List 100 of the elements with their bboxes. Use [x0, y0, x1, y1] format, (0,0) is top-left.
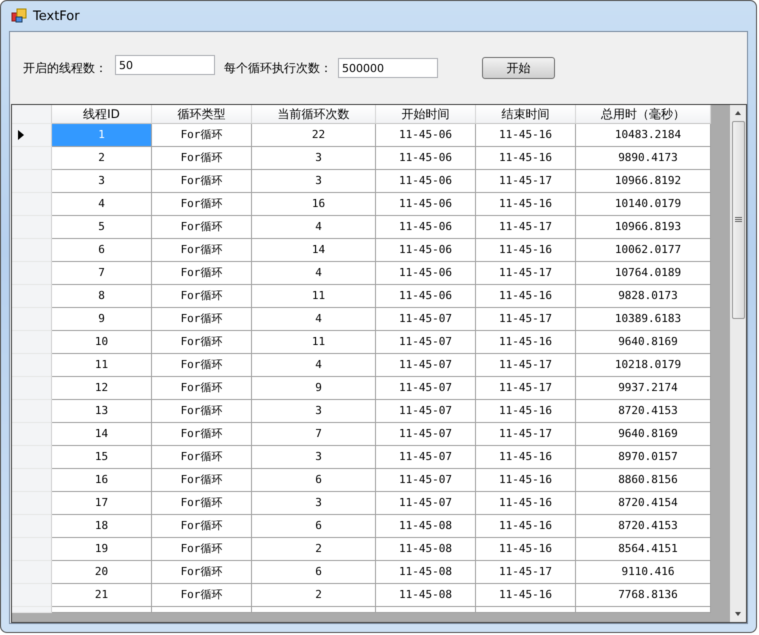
corner-header — [12, 105, 52, 124]
table-cell: 14 — [252, 239, 376, 262]
column-header[interactable]: 线程ID — [52, 105, 152, 124]
table-cell: 11-45-17 — [476, 561, 576, 584]
start-button[interactable]: 开始 — [482, 57, 555, 79]
table-cell: 11-45-16 — [476, 515, 576, 538]
table-cell: 2 — [52, 147, 152, 170]
thread-count-field[interactable]: 50 — [115, 55, 215, 75]
table-cell: 10140.0179 — [576, 193, 711, 216]
thread-count-label: 开启的线程数： — [23, 60, 107, 76]
table-cell: 11-45-16 — [476, 193, 576, 216]
table-cell: 11-45-17 — [476, 170, 576, 193]
table-cell: 18 — [52, 515, 152, 538]
table-cell: 1 — [52, 124, 152, 147]
table-cell: 11-45-17 — [476, 216, 576, 239]
table-cell: 9 — [252, 377, 376, 400]
table-cell: 22 — [252, 124, 376, 147]
table-cell: 4 — [52, 193, 152, 216]
table-cell: For循环 — [152, 262, 252, 285]
table-cell: 4 — [252, 354, 376, 377]
table-cell: 4 — [252, 216, 376, 239]
table-cell: 8 — [52, 285, 152, 308]
table-cell: 3 — [252, 492, 376, 515]
table-cell: 11-45-16 — [476, 538, 576, 561]
table-cell: For循环 — [152, 584, 252, 607]
table-cell: For循环 — [152, 216, 252, 239]
table-cell: 3 — [252, 170, 376, 193]
table-cell: 10389.6183 — [576, 308, 711, 331]
table-cell: 9828.0173 — [576, 285, 711, 308]
table-cell: For循环 — [152, 124, 252, 147]
table-cell: For循环 — [152, 423, 252, 446]
table-cell: 9640.8169 — [576, 331, 711, 354]
row-header[interactable] — [12, 124, 52, 147]
table-cell: 11-45-07 — [376, 423, 476, 446]
table-cell: 9110.416 — [576, 561, 711, 584]
column-header[interactable]: 当前循环次数 — [252, 105, 376, 124]
table-cell: 11-45-17 — [476, 262, 576, 285]
table-cell: 11 — [52, 354, 152, 377]
column-header[interactable]: 总用时（毫秒） — [576, 105, 711, 124]
table-cell: 4 — [252, 262, 376, 285]
column-header[interactable]: 循环类型 — [152, 105, 252, 124]
table-cell: 10483.2184 — [576, 124, 711, 147]
table-cell: For循环 — [152, 354, 252, 377]
table-cell: 11 — [252, 285, 376, 308]
table-cell: 11-45-17 — [476, 308, 576, 331]
loop-count-field[interactable]: 500000 — [338, 58, 438, 78]
table-cell: 11-45-17 — [476, 423, 576, 446]
window-title: TextFor — [33, 8, 80, 24]
table-cell: 9 — [52, 308, 152, 331]
table-cell: 11-45-07 — [376, 377, 476, 400]
table-cell: 11-45-07 — [376, 354, 476, 377]
table-cell: 11-45-16 — [476, 469, 576, 492]
table-cell: For循环 — [152, 285, 252, 308]
table-cell: 8720.4154 — [576, 492, 711, 515]
scroll-thumb[interactable] — [732, 121, 744, 319]
table-cell: For循环 — [152, 538, 252, 561]
table-cell: 6 — [252, 515, 376, 538]
table-cell: 7768.8136 — [576, 584, 711, 607]
table-cell: 11 — [252, 331, 376, 354]
table-cell: 3 — [252, 147, 376, 170]
table-cell: 4 — [252, 308, 376, 331]
table-cell: 11-45-07 — [376, 331, 476, 354]
table-cell: For循环 — [152, 515, 252, 538]
table-cell: 11-45-06 — [376, 124, 476, 147]
table-cell: 11-45-17 — [476, 377, 576, 400]
table-cell: 11-45-06 — [376, 239, 476, 262]
table-cell: 11-45-07 — [376, 492, 476, 515]
table-cell: 10062.0177 — [576, 239, 711, 262]
table-cell: 9890.4173 — [576, 147, 711, 170]
table-cell: 17 — [52, 492, 152, 515]
table-cell: 11-45-06 — [376, 170, 476, 193]
table-cell: 16 — [252, 193, 376, 216]
table-cell: 11-45-07 — [376, 308, 476, 331]
table-cell: 10966.8193 — [576, 216, 711, 239]
table-cell: 3 — [252, 446, 376, 469]
table-cell: For循环 — [152, 170, 252, 193]
current-row-icon — [18, 130, 24, 140]
table-cell: 7 — [252, 423, 376, 446]
table-cell: 10 — [52, 331, 152, 354]
table-cell: 11-45-16 — [476, 400, 576, 423]
table-cell: For循环 — [152, 400, 252, 423]
table-cell: 11-45-08 — [376, 561, 476, 584]
table-cell: 11-45-08 — [376, 515, 476, 538]
table-cell: For循环 — [152, 469, 252, 492]
scrollbar[interactable] — [730, 105, 746, 622]
table-cell: 16 — [52, 469, 152, 492]
table-cell: 11-45-06 — [376, 193, 476, 216]
table-cell: For循环 — [152, 308, 252, 331]
table-cell: For循环 — [152, 331, 252, 354]
table-cell: 3 — [52, 170, 152, 193]
table-cell: 11-45-16 — [476, 147, 576, 170]
table-cell: For循环 — [152, 446, 252, 469]
table-cell: 11-45-16 — [476, 239, 576, 262]
column-header[interactable]: 开始时间 — [376, 105, 476, 124]
column-header[interactable]: 结束时间 — [476, 105, 576, 124]
table-cell: 8720.4153 — [576, 515, 711, 538]
table-cell: 2 — [252, 584, 376, 607]
table-cell: 10966.8192 — [576, 170, 711, 193]
table-cell: 11-45-17 — [476, 354, 576, 377]
table-cell: 8970.0157 — [576, 446, 711, 469]
